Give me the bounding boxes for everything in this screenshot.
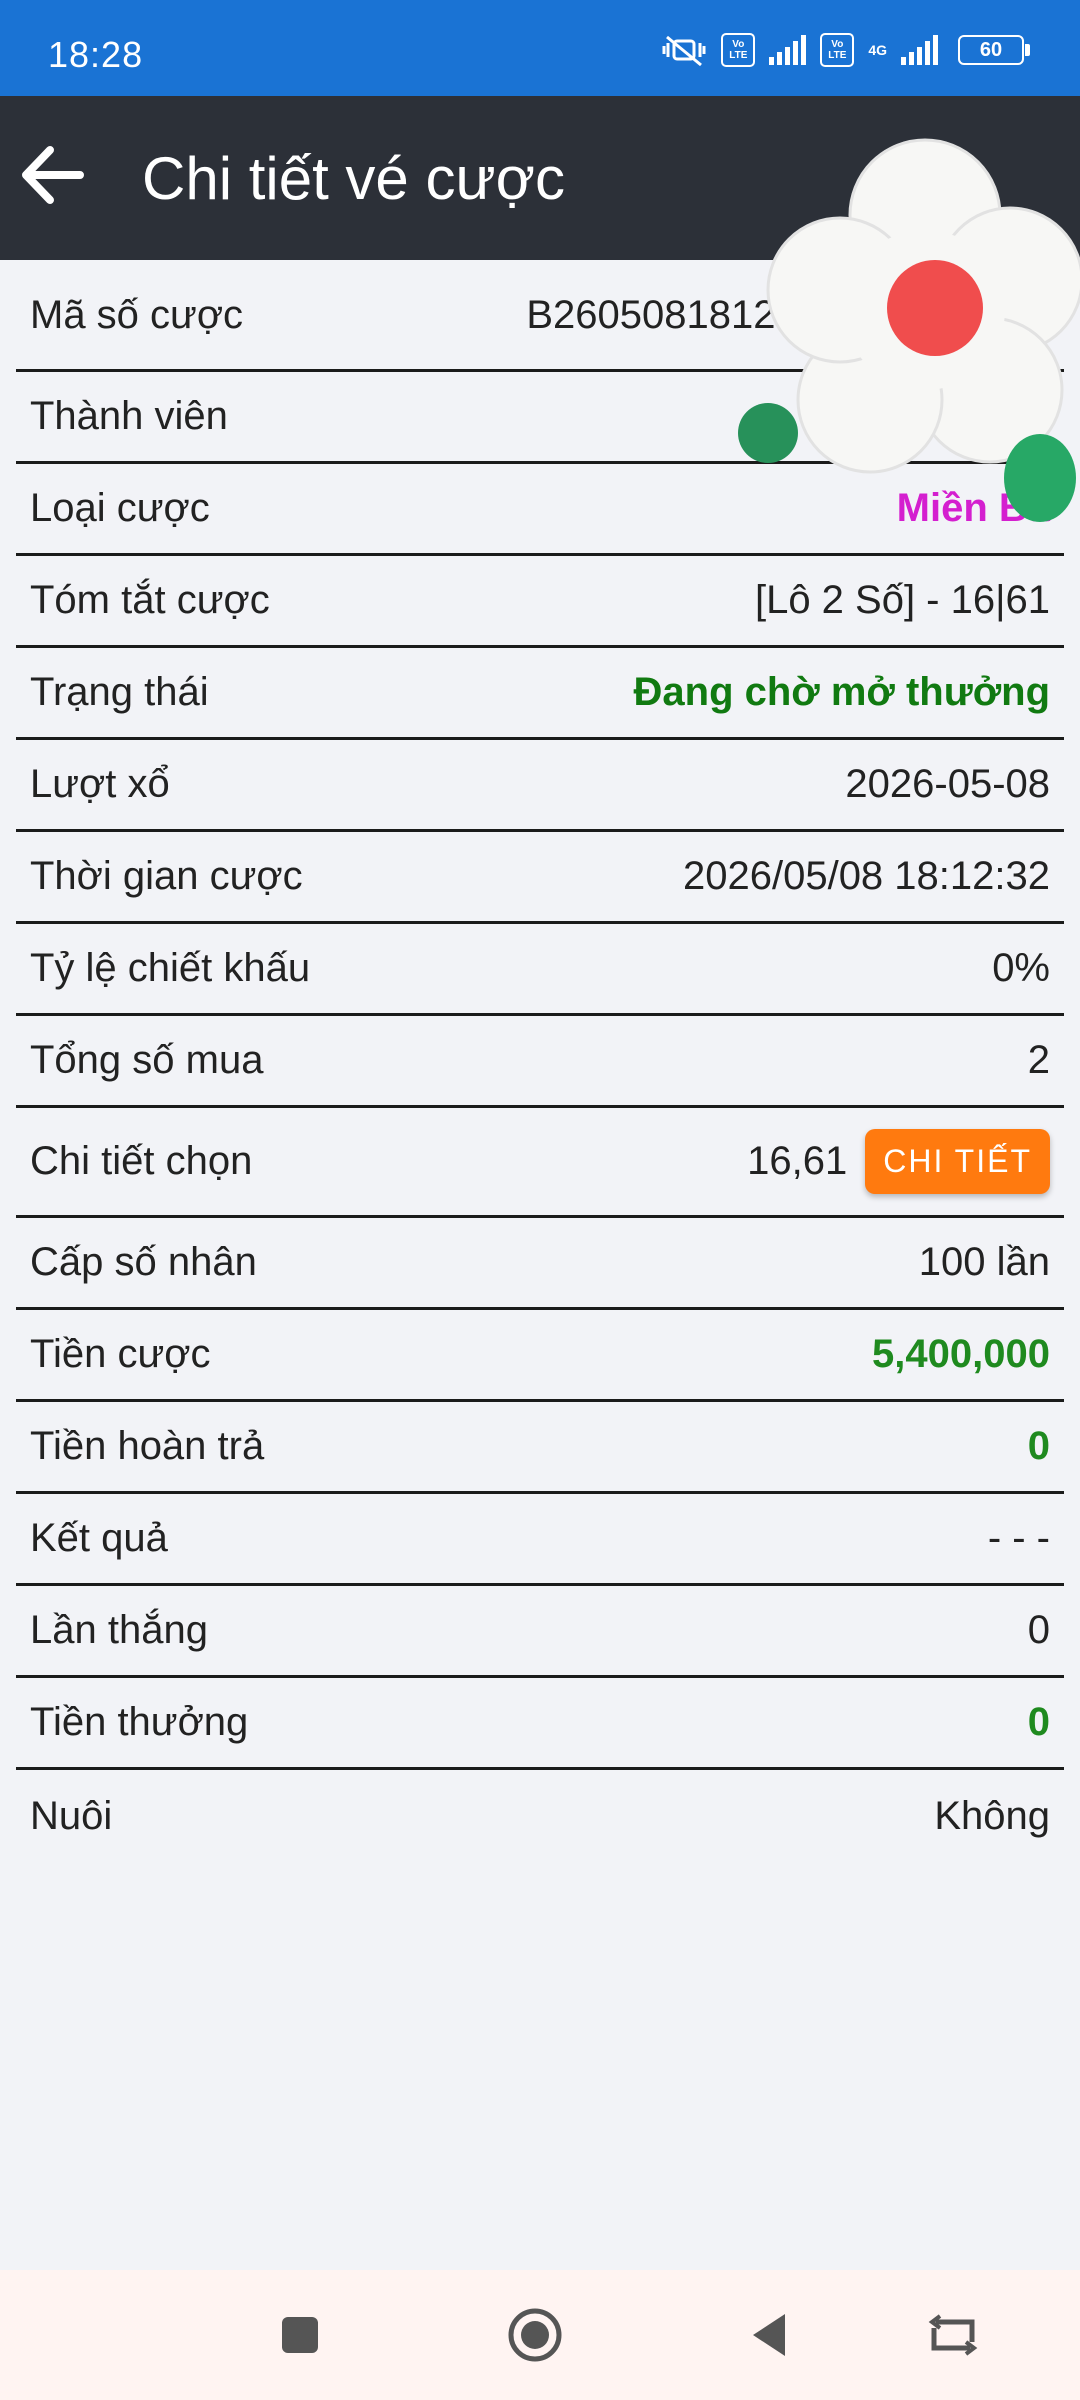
row-label: Tỷ lệ chiết khấu: [30, 946, 311, 990]
row-label: Thời gian cược: [30, 854, 303, 898]
flower-sticker: [738, 138, 1080, 522]
wins-value: 0: [1027, 1608, 1050, 1652]
row-label: Tiền hoàn trả: [30, 1424, 265, 1468]
battery-icon: 60: [958, 35, 1030, 65]
nurture-value: Không: [934, 1793, 1050, 1838]
system-nav-bar: [0, 2270, 1080, 2400]
status-icons: Vo LTE Vo LTE 4G 60: [661, 30, 1030, 70]
total-bought-value: 2: [1027, 1038, 1050, 1082]
row-label: Tiền thưởng: [30, 1700, 249, 1744]
selection-detail-group: 16,61 CHI TIẾT: [747, 1129, 1050, 1194]
selection-value: 16,61: [747, 1139, 848, 1183]
back-triangle-icon[interactable]: [735, 2300, 805, 2370]
vibrate-off-icon: [662, 35, 706, 67]
row-bet-summary: Tóm tắt cược [Lô 2 Số] - 16|61: [16, 556, 1064, 648]
bet-time-value: 2026/05/08 18:12:32: [682, 854, 1050, 898]
bet-amount-value: 5,400,000: [872, 1332, 1050, 1376]
row-status: Trạng thái Đang chờ mở thưởng: [16, 648, 1064, 740]
network-type: 4G: [868, 42, 887, 58]
row-label: Tổng số mua: [30, 1038, 264, 1082]
row-label: Trạng thái: [30, 670, 209, 714]
home-circle-icon[interactable]: [500, 2300, 570, 2370]
volte-icon: Vo LTE: [721, 33, 756, 67]
row-refund: Tiền hoàn trả 0: [16, 1402, 1064, 1494]
row-label: Kết quả: [30, 1516, 168, 1560]
draw-value: 2026-05-08: [845, 762, 1050, 806]
row-label: Chi tiết chọn: [30, 1139, 253, 1183]
row-bet-time: Thời gian cược 2026/05/08 18:12:32: [16, 832, 1064, 924]
row-nurture: Nuôi Không: [16, 1770, 1064, 1862]
row-prize: Tiền thưởng 0: [16, 1678, 1064, 1770]
refund-value: 0: [1027, 1424, 1050, 1468]
row-label: Tiền cược: [30, 1332, 211, 1376]
row-wins: Lần thắng 0: [16, 1586, 1064, 1678]
signal-icon-2: [901, 35, 938, 65]
chi-tiet-button[interactable]: CHI TIẾT: [865, 1129, 1050, 1194]
row-multiplier: Cấp số nhân 100 lần: [16, 1218, 1064, 1310]
rotate-screen-icon[interactable]: [918, 2300, 988, 2370]
status-value: Đang chờ mở thưởng: [633, 670, 1050, 714]
volte-icon-2: Vo LTE: [820, 33, 855, 67]
status-bar: 18:28 Vo LTE Vo LTE 4G 60: [0, 0, 1080, 96]
row-selection-detail: Chi tiết chọn 16,61 CHI TIẾT: [16, 1108, 1064, 1218]
page-title: Chi tiết vé cược: [142, 145, 565, 212]
multiplier-value: 100 lần: [918, 1240, 1050, 1284]
recents-square-icon[interactable]: [265, 2300, 335, 2370]
discount-rate-value: 0%: [992, 946, 1050, 990]
row-draw: Lượt xổ 2026-05-08: [16, 740, 1064, 832]
prize-value: 0: [1027, 1700, 1050, 1744]
status-time: 18:28: [48, 34, 144, 75]
result-value: - - -: [987, 1516, 1050, 1560]
row-label: Tóm tắt cược: [30, 578, 270, 622]
row-bet-amount: Tiền cược 5,400,000: [16, 1310, 1064, 1402]
signal-icon: [769, 35, 807, 65]
row-label: Thành viên: [30, 394, 228, 438]
row-label: Lần thắng: [30, 1608, 208, 1652]
row-label: Lượt xổ: [30, 762, 170, 806]
row-label: Cấp số nhân: [30, 1240, 257, 1284]
row-label: Nuôi: [30, 1793, 113, 1838]
row-label: Loại cược: [30, 486, 210, 530]
row-label: Mã số cược: [30, 293, 244, 337]
row-result: Kết quả - - -: [16, 1494, 1064, 1586]
back-arrow-icon[interactable]: [10, 132, 96, 218]
row-total-bought: Tổng số mua 2: [16, 1016, 1064, 1108]
bet-summary-value: [Lô 2 Số] - 16|61: [754, 578, 1050, 622]
row-discount-rate: Tỷ lệ chiết khấu 0%: [16, 924, 1064, 1016]
